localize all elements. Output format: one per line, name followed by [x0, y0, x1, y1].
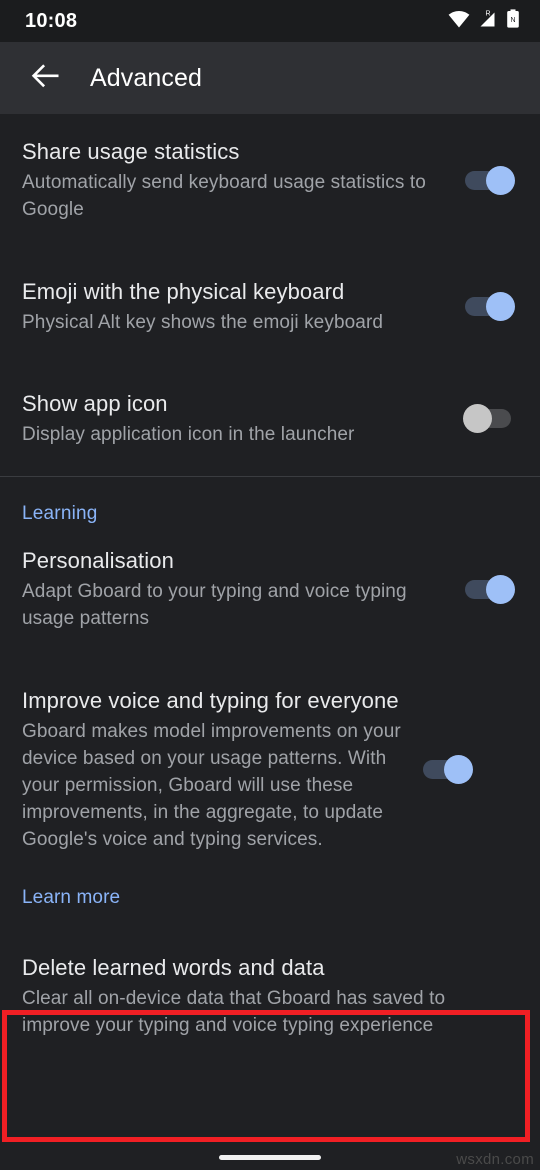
setting-title: Improve voice and typing for everyone — [22, 687, 399, 713]
status-bar-icons: R N — [448, 9, 520, 33]
setting-text-block: Emoji with the physical keyboard Physica… — [22, 277, 462, 336]
toggle-show-app-icon[interactable] — [462, 401, 518, 435]
setting-title: Emoji with the physical keyboard — [22, 278, 345, 304]
toggle-emoji-with-physical-keyboard[interactable] — [462, 289, 518, 323]
arrow-back-icon — [31, 63, 61, 94]
wifi-icon — [448, 10, 470, 33]
app-bar: Advanced — [0, 42, 540, 114]
toggle-improve-voice-and-typing[interactable] — [420, 752, 476, 786]
toggle-personalisation[interactable] — [462, 572, 518, 606]
setting-summary: Automatically send keyboard usage statis… — [22, 172, 426, 220]
setting-title: Delete learned words and data — [22, 955, 325, 980]
setting-summary: Gboard makes model improvements on your … — [22, 720, 401, 850]
setting-text-block: Delete learned words and data Clear all … — [22, 953, 524, 1039]
battery-icon: N — [506, 9, 520, 33]
toggle-thumb — [444, 755, 473, 784]
setting-text-block: Personalisation Adapt Gboard to your typ… — [22, 546, 462, 632]
page-title: Advanced — [90, 63, 202, 92]
svg-text:N: N — [510, 17, 515, 24]
delete-learned-words-and-data-row[interactable]: Delete learned words and data Clear all … — [0, 949, 540, 1041]
svg-text:R: R — [486, 10, 491, 17]
home-gesture-pill[interactable] — [219, 1155, 321, 1160]
toggle-thumb — [486, 292, 515, 321]
back-button[interactable] — [22, 54, 70, 102]
setting-title: Show app icon — [22, 390, 168, 416]
setting-summary: Adapt Gboard to your typing and voice ty… — [22, 581, 407, 629]
status-bar: 10:08 R N — [0, 0, 540, 42]
setting-row-improve-voice-and-typing[interactable]: Improve voice and typing for everyone Gb… — [0, 659, 540, 879]
setting-row-personalisation[interactable]: Personalisation Adapt Gboard to your typ… — [0, 535, 540, 643]
toggle-thumb — [486, 166, 515, 195]
section-header-learning: Learning — [22, 503, 98, 524]
settings-list[interactable]: Share usage statistics Automatically sen… — [0, 114, 540, 1170]
setting-title: Personalisation — [22, 548, 174, 573]
cellular-signal-roaming-icon: R — [477, 9, 499, 33]
setting-text-block: Share usage statistics Automatically sen… — [22, 137, 462, 223]
learn-more-link[interactable]: Learn more — [0, 879, 540, 927]
setting-text-block: Improve voice and typing for everyone Gb… — [22, 686, 420, 853]
status-bar-clock: 10:08 — [25, 9, 78, 32]
phone-screen: 10:08 R N Advanced Share usage statistic… — [0, 0, 540, 1170]
setting-row-show-app-icon[interactable]: Show app icon Display application icon i… — [0, 378, 540, 458]
toggle-thumb — [463, 404, 492, 433]
setting-title: Share usage statistics — [22, 139, 240, 164]
setting-row-share-usage-statistics[interactable]: Share usage statistics Automatically sen… — [0, 126, 540, 234]
setting-summary: Display application icon in the launcher — [22, 423, 355, 445]
setting-text-block: Show app icon Display application icon i… — [22, 389, 462, 448]
toggle-share-usage-statistics[interactable] — [462, 163, 518, 197]
setting-summary: Physical Alt key shows the emoji keyboar… — [22, 311, 384, 333]
toggle-thumb — [486, 575, 515, 604]
setting-row-emoji-with-physical-keyboard[interactable]: Emoji with the physical keyboard Physica… — [0, 252, 540, 360]
watermark: wsxdn.com — [456, 1151, 534, 1168]
learn-more-label: Learn more — [22, 887, 121, 908]
setting-summary: Clear all on-device data that Gboard has… — [22, 988, 446, 1036]
